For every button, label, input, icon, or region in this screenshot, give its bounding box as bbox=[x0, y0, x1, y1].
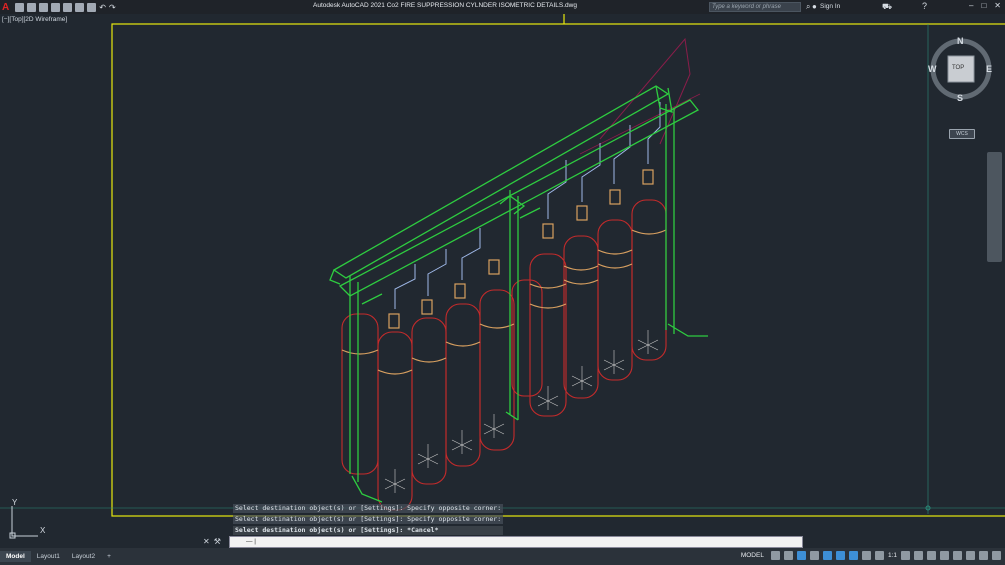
save-web-icon[interactable] bbox=[75, 2, 85, 12]
command-history-line: Select destination object(s) or [Setting… bbox=[233, 504, 504, 513]
window-title: Autodesk AutoCAD 2021 Co2 FIRE SUPPRESSI… bbox=[313, 2, 577, 9]
customization-menu-icon[interactable] bbox=[992, 551, 1001, 560]
command-history: Select destination object(s) or [Setting… bbox=[233, 504, 504, 537]
command-history-line: Select destination object(s) or [Setting… bbox=[233, 526, 504, 535]
tab-layout2[interactable]: Layout2 bbox=[66, 551, 101, 562]
compass-east[interactable]: E bbox=[986, 64, 992, 74]
undo-icon[interactable]: ↶ bbox=[99, 3, 106, 12]
user-icon: ● bbox=[812, 2, 817, 11]
quick-properties-icon[interactable] bbox=[940, 551, 949, 560]
support-rack bbox=[329, 85, 708, 503]
redo-icon[interactable]: ↷ bbox=[109, 3, 116, 12]
discharge-hoses bbox=[394, 102, 661, 309]
autocad-logo-icon[interactable]: A bbox=[2, 2, 9, 13]
annotation-icon[interactable] bbox=[874, 551, 884, 560]
drawing-viewport[interactable]: [−][Top][2D Wireframe] N S E W TOP WCS Y… bbox=[0, 14, 1005, 548]
quick-access-toolbar: A ↶ ↷ bbox=[0, 2, 116, 13]
close-command-icon[interactable]: ✕ bbox=[203, 537, 210, 546]
units-icon[interactable] bbox=[927, 551, 936, 560]
tab-model[interactable]: Model bbox=[0, 551, 31, 562]
ucs-x-label: X bbox=[40, 526, 46, 535]
polar-icon[interactable] bbox=[809, 551, 819, 560]
command-line-buttons: ✕ ⚒ bbox=[203, 537, 221, 546]
command-history-line: Select destination object(s) or [Setting… bbox=[233, 515, 504, 524]
annotation-monitor-icon[interactable] bbox=[914, 551, 923, 560]
model-space-toggle[interactable]: MODEL bbox=[741, 552, 764, 559]
layout-frame bbox=[111, 23, 1005, 517]
lineweight-icon[interactable] bbox=[861, 551, 871, 560]
ucs-icon bbox=[9, 506, 38, 539]
clean-screen-icon[interactable] bbox=[979, 551, 988, 560]
isodraft-icon[interactable] bbox=[822, 551, 832, 560]
hardware-acceleration-icon[interactable] bbox=[966, 551, 975, 560]
isolate-objects-icon[interactable] bbox=[953, 551, 962, 560]
wcs-menu[interactable]: WCS bbox=[949, 129, 975, 139]
viewcube-face-top[interactable]: TOP bbox=[952, 65, 964, 71]
co2-cylinders bbox=[341, 199, 667, 511]
maximize-icon[interactable]: □ bbox=[981, 1, 986, 10]
save-icon[interactable] bbox=[39, 2, 49, 12]
save-as-icon[interactable] bbox=[51, 2, 61, 12]
cart-icon[interactable]: ⛟ bbox=[882, 2, 892, 12]
title-bar: A ↶ ↷ Autodesk AutoCAD 2021 Co2 FIRE SUP… bbox=[0, 0, 1005, 14]
ucs-y-label: Y bbox=[12, 498, 18, 507]
customize-icon[interactable]: ⚒ bbox=[214, 537, 221, 546]
snap-icon[interactable] bbox=[783, 551, 793, 560]
annotation-scale[interactable]: 1:1 bbox=[888, 552, 897, 559]
search-icon[interactable]: ⌕ bbox=[806, 2, 810, 12]
plot-icon[interactable] bbox=[87, 2, 97, 12]
workspace-gear-icon[interactable] bbox=[901, 551, 910, 560]
status-bar: Model Layout1 Layout2 + MODEL 1:1 bbox=[0, 548, 1005, 565]
help-icon[interactable]: ? bbox=[922, 1, 927, 11]
command-input[interactable]: — | bbox=[229, 536, 803, 548]
open-icon[interactable] bbox=[27, 2, 37, 12]
search-input[interactable]: Type a keyword or phrase bbox=[709, 2, 801, 12]
compass-north[interactable]: N bbox=[957, 36, 964, 46]
compass-west[interactable]: W bbox=[928, 64, 937, 74]
window-controls: – □ ✕ bbox=[969, 1, 1001, 10]
compass-south[interactable]: S bbox=[957, 93, 963, 103]
add-layout-button[interactable]: + bbox=[101, 551, 117, 562]
sign-in-button[interactable]: Sign In bbox=[820, 3, 840, 10]
open-web-icon[interactable] bbox=[63, 2, 73, 12]
tab-layout1[interactable]: Layout1 bbox=[31, 551, 66, 562]
close-icon[interactable]: ✕ bbox=[994, 1, 1001, 10]
new-icon[interactable] bbox=[15, 2, 25, 12]
status-tools: MODEL 1:1 bbox=[741, 551, 1001, 560]
osnap-icon[interactable] bbox=[835, 551, 845, 560]
otrack-icon[interactable] bbox=[848, 551, 858, 560]
minimize-icon[interactable]: – bbox=[969, 1, 973, 10]
ortho-icon[interactable] bbox=[796, 551, 806, 560]
grid-icon[interactable] bbox=[770, 551, 780, 560]
navigation-bar[interactable] bbox=[987, 152, 1002, 262]
drawing-canvas[interactable] bbox=[0, 14, 1005, 548]
viewcube[interactable]: N S E W TOP bbox=[928, 36, 994, 103]
